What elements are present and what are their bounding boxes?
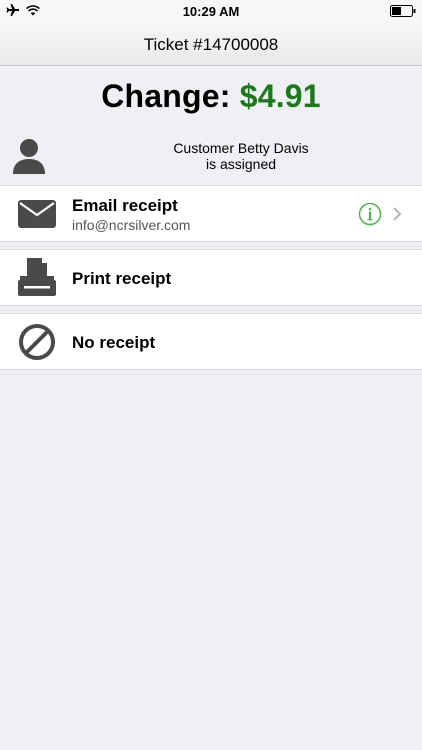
customer-assignment: Customer Betty Davis is assigned	[60, 140, 422, 172]
no-receipt-row[interactable]: No receipt	[0, 313, 422, 370]
change-amount: $4.91	[239, 78, 321, 114]
status-bar: 10:29 AM	[0, 0, 422, 22]
change-label: Change:	[101, 78, 231, 114]
person-icon[interactable]	[12, 138, 46, 174]
customer-status-line: is assigned	[205, 156, 277, 172]
chevron-right-icon	[393, 207, 402, 221]
nav-title: Ticket #14700008	[143, 35, 279, 54]
envelope-icon	[18, 200, 56, 228]
battery-icon	[390, 5, 416, 17]
no-receipt-title: No receipt	[72, 333, 156, 352]
prohibited-icon	[19, 324, 55, 360]
status-right	[390, 5, 416, 17]
nav-bar: Ticket #14700008	[0, 22, 422, 66]
print-receipt-row[interactable]: Print receipt	[0, 249, 422, 306]
customer-name-line: Customer Betty Davis	[173, 140, 309, 156]
status-time: 10:29 AM	[182, 4, 240, 19]
info-icon[interactable]	[358, 202, 382, 226]
email-receipt-title: Email receipt	[72, 196, 178, 215]
email-address: info@ncrsilver.com	[72, 217, 191, 233]
print-receipt-title: Print receipt	[72, 269, 172, 288]
email-receipt-row[interactable]: Email receipt info@ncrsilver.com	[0, 185, 422, 242]
change-line: Change: $4.91	[0, 78, 422, 115]
printer-icon	[18, 258, 56, 296]
